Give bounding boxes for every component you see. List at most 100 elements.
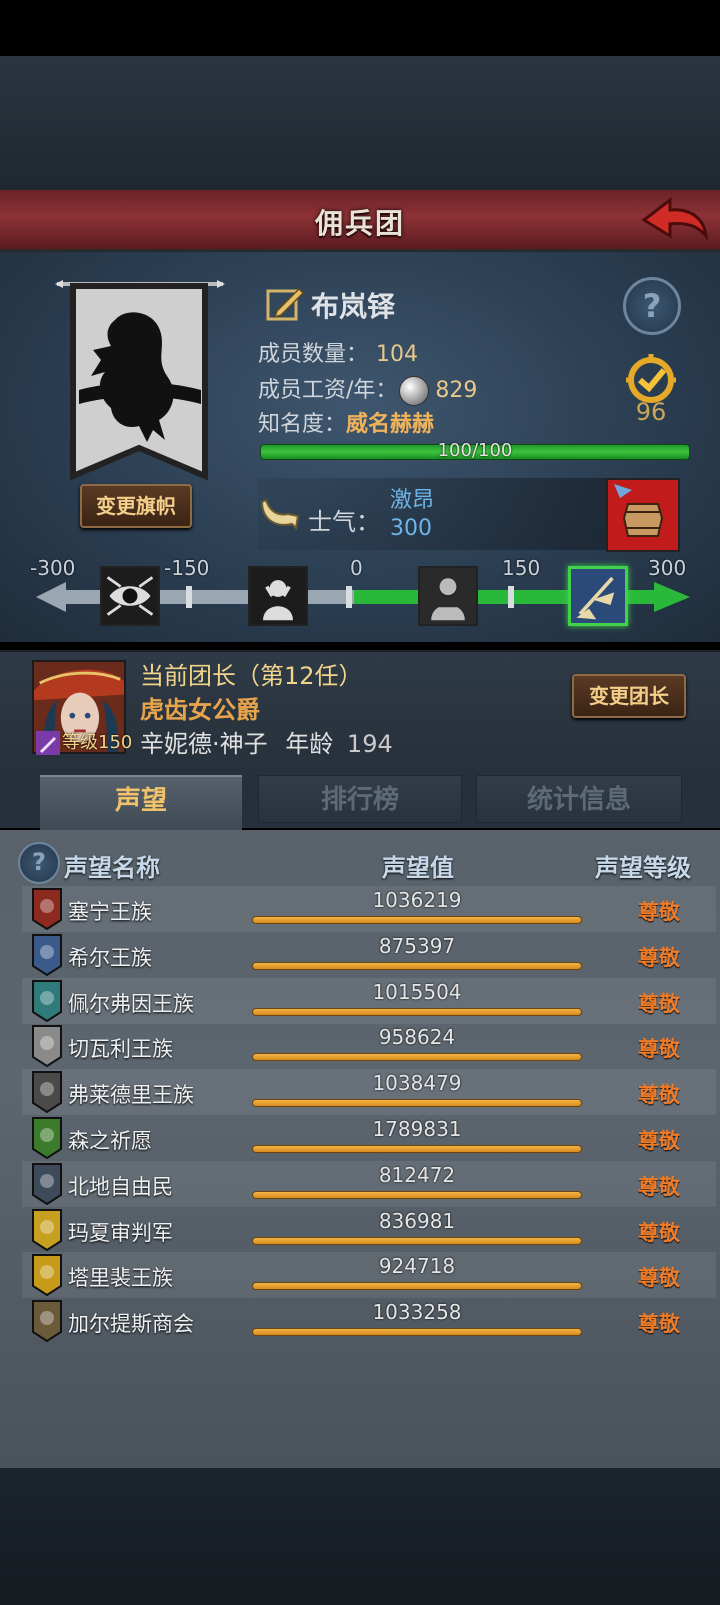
reputation-bar <box>252 1236 582 1245</box>
tab-statistics[interactable]: 统计信息 <box>476 775 682 823</box>
reputation-row[interactable]: 塞宁王族 1036219 尊敬 <box>22 886 716 932</box>
faction-level: 尊敬 <box>638 991 680 1016</box>
reputation-bar <box>252 961 582 970</box>
reputation-help-icon[interactable]: ? <box>18 842 60 884</box>
reputation-bar <box>252 1190 582 1199</box>
scales-icon <box>32 1025 62 1068</box>
despair-icon[interactable] <box>248 566 308 626</box>
faction-value: 875397 <box>378 933 456 958</box>
level-icon <box>36 731 60 755</box>
status-bar-area <box>0 0 720 56</box>
fame-label: 知名度： <box>258 412 347 437</box>
reputation-bar <box>252 1007 582 1016</box>
faction-name: 切瓦利王族 <box>68 1037 173 1062</box>
fame-line: 知名度：威名赫赫 <box>258 406 434 438</box>
reputation-row[interactable]: 佩尔弗因王族 1015504 尊敬 <box>22 977 716 1024</box>
leader-name: 辛妮德·神子 <box>140 730 268 758</box>
faction-value: 1033258 <box>372 1300 462 1325</box>
faction-value: 924718 <box>378 1254 456 1279</box>
leader-level: 等级150 <box>36 728 132 755</box>
edit-icon[interactable] <box>265 283 305 323</box>
leader-tenure: 当前团长（第12任） <box>140 662 363 690</box>
gold-crown-icon <box>32 1254 62 1297</box>
faction-level: 尊敬 <box>638 1037 680 1062</box>
reputation-row[interactable]: 北地自由民 812472 尊敬 <box>22 1160 716 1207</box>
fame-progress-text: 100/100 <box>437 440 513 461</box>
faction-name: 玛夏审判军 <box>68 1220 173 1245</box>
level-value: 150 <box>98 732 133 753</box>
scale-label: -300 <box>30 556 76 580</box>
scale-label: 150 <box>502 556 541 580</box>
member-count-line: 成员数量： 104 <box>258 336 418 368</box>
faction-level: 尊敬 <box>638 1174 680 1199</box>
title-bar: 佣兵团 <box>0 190 720 252</box>
wage-label: 成员工资/年： <box>258 378 398 403</box>
faction-level: 尊敬 <box>638 900 680 924</box>
bottom-backdrop <box>0 1468 720 1605</box>
faction-name: 加尔提斯商会 <box>68 1312 194 1337</box>
morale-state: 激昂 <box>390 488 435 513</box>
scale-label: -150 <box>164 556 210 580</box>
reputation-row[interactable]: 塔里裴王族 924718 尊敬 <box>22 1252 716 1299</box>
faction-value: 1789831 <box>372 1117 462 1141</box>
faction-value: 958624 <box>378 1025 456 1050</box>
help-icon[interactable]: ? <box>623 277 681 335</box>
reputation-bar <box>252 1099 582 1108</box>
reputation-bar <box>252 1282 582 1291</box>
tab-reputation[interactable]: 声望 <box>40 775 242 831</box>
teal-moon-icon <box>32 979 62 1022</box>
level-label: 等级 <box>62 732 98 753</box>
faction-name: 塞宁王族 <box>68 900 152 924</box>
reputation-row[interactable]: 弗莱德里王族 1038479 尊敬 <box>22 1069 716 1116</box>
change-banner-button[interactable]: 变更旗帜 <box>80 484 192 528</box>
eye-icon[interactable] <box>100 566 160 626</box>
member-count-value: 104 <box>376 342 419 367</box>
back-arrow-icon[interactable] <box>640 196 710 244</box>
faction-value: 1038479 <box>372 1071 462 1096</box>
faction-name: 塔里裴王族 <box>68 1266 173 1291</box>
leader-name-age: 辛妮德·神子 年龄 194 <box>140 724 393 759</box>
reputation-bar <box>252 1053 582 1062</box>
scale-label: 0 <box>350 556 363 580</box>
tab-ranking[interactable]: 排行榜 <box>258 775 462 823</box>
change-leader-button[interactable]: 变更团长 <box>572 674 686 718</box>
calm-icon[interactable] <box>418 566 478 626</box>
rally-flag-icon[interactable] <box>568 566 628 626</box>
age-value: 194 <box>346 730 393 758</box>
morale-label: 士气： <box>308 508 380 536</box>
faction-name: 北地自由民 <box>68 1174 173 1199</box>
faction-level: 尊敬 <box>638 945 680 970</box>
dark-mask-icon <box>32 1071 62 1114</box>
guild-name: 布岚铎 <box>311 290 396 323</box>
faction-value: 1036219 <box>372 888 462 912</box>
faction-value: 812472 <box>378 1162 456 1187</box>
blue-crest-icon <box>32 933 62 976</box>
faction-level: 尊敬 <box>638 1083 680 1108</box>
red-shield-icon <box>32 888 62 930</box>
reputation-bar <box>252 1145 582 1153</box>
age-label: 年龄 <box>285 730 334 758</box>
faction-value: 1015504 <box>372 979 462 1004</box>
faction-level: 尊敬 <box>638 1266 680 1291</box>
faction-level: 尊敬 <box>638 1220 680 1245</box>
header-value: 声望值 <box>382 854 454 882</box>
barrel-icon[interactable] <box>606 478 680 552</box>
reputation-row[interactable]: 加尔提斯商会 1033258 尊敬 <box>22 1298 716 1344</box>
reputation-row[interactable]: 玛夏审判军 836981 尊敬 <box>22 1207 716 1253</box>
reputation-row[interactable]: 森之祈愿 1789831 尊敬 <box>22 1115 716 1161</box>
rank-value: 96 <box>635 398 667 426</box>
faction-level: 尊敬 <box>638 1129 680 1153</box>
leader-title: 虎齿女公爵 <box>140 696 260 724</box>
faction-name: 希尔王族 <box>68 945 152 970</box>
faction-level: 尊敬 <box>638 1312 680 1337</box>
member-count-label: 成员数量： <box>258 342 369 367</box>
reputation-bar <box>252 916 582 924</box>
reputation-row[interactable]: 希尔王族 875397 尊敬 <box>22 932 716 978</box>
fame-word: 威名赫赫 <box>346 412 435 437</box>
reputation-row[interactable]: 切瓦利王族 958624 尊敬 <box>22 1023 716 1069</box>
gold-cross-icon <box>32 1208 62 1251</box>
faction-name: 佩尔弗因王族 <box>68 991 194 1016</box>
guild-banner-icon <box>55 280 225 481</box>
faction-value: 836981 <box>378 1208 456 1233</box>
horn-icon <box>260 498 300 531</box>
